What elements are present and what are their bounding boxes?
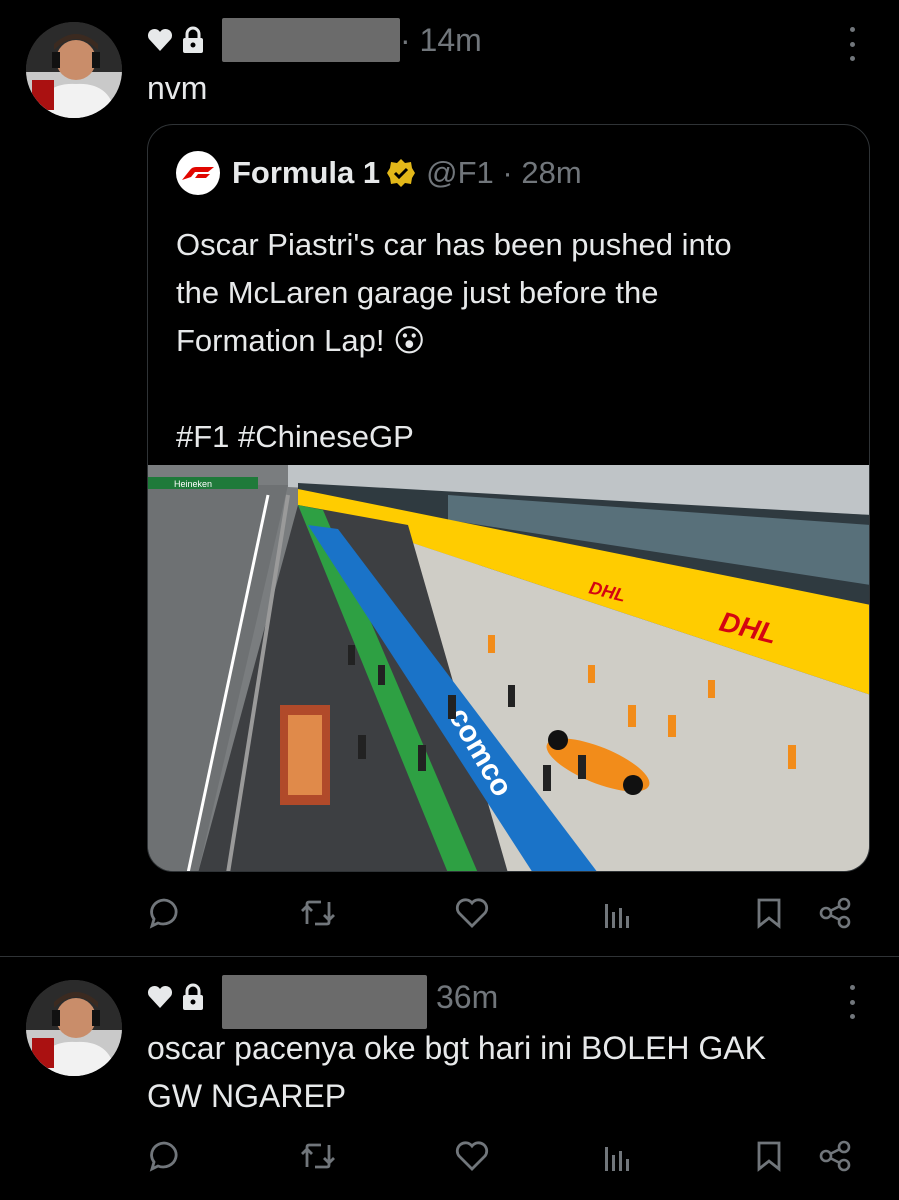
quoted-tweet[interactable]: Formula 1 @F1 · 28m Oscar Piastri's car … [147, 124, 870, 872]
lock-icon [181, 26, 205, 54]
quoted-tweet-header: Formula 1 @F1 · 28m [176, 151, 582, 195]
timestamp: 36m [436, 978, 499, 1015]
tweet-text: nvm [147, 70, 208, 106]
quoted-author-handle: @F1 · 28m [426, 155, 582, 190]
tweet-meta [147, 977, 213, 1017]
quoted-tweet-text: Oscar Piastri's car has been pushed into… [176, 227, 732, 454]
verified-badge-icon [386, 158, 416, 188]
quoted-author-name: Formula 1 [232, 155, 381, 190]
lock-icon [181, 983, 205, 1011]
reply-icon[interactable] [147, 893, 181, 933]
tweet-actions [147, 893, 857, 933]
tweet-actions [147, 1136, 857, 1176]
avatar[interactable] [26, 980, 122, 1076]
retweet-icon[interactable] [299, 893, 337, 933]
share-icon[interactable] [817, 893, 853, 933]
pitlane-photo[interactable]: DHL DHL comco Heineken [148, 465, 869, 871]
tweet-time: · 14m [400, 20, 482, 60]
tweet-meta [147, 20, 213, 60]
reply-icon[interactable] [147, 1136, 181, 1176]
more-icon[interactable] [847, 985, 857, 1019]
avatar[interactable] [26, 22, 122, 118]
retweet-icon[interactable] [299, 1136, 337, 1176]
heart-icon [147, 28, 173, 52]
like-icon[interactable] [454, 1136, 490, 1176]
redacted-username [222, 975, 427, 1029]
share-icon[interactable] [817, 1136, 853, 1176]
bookmark-icon[interactable] [754, 1136, 784, 1176]
views-icon[interactable] [602, 893, 632, 933]
like-icon[interactable] [454, 893, 490, 933]
redacted-username [222, 18, 400, 62]
heart-icon [147, 985, 173, 1009]
bookmark-icon[interactable] [754, 893, 784, 933]
tweet-text: oscar pacenya oke bgt hari ini BOLEH GAK… [147, 1030, 766, 1114]
heineken-sign: Heineken [174, 479, 212, 489]
views-icon[interactable] [602, 1136, 632, 1176]
more-icon[interactable] [847, 27, 857, 61]
f1-logo-icon [176, 151, 220, 195]
timestamp: · 14m [400, 21, 482, 58]
tweet-time: 36m [436, 977, 498, 1017]
divider [0, 956, 899, 957]
